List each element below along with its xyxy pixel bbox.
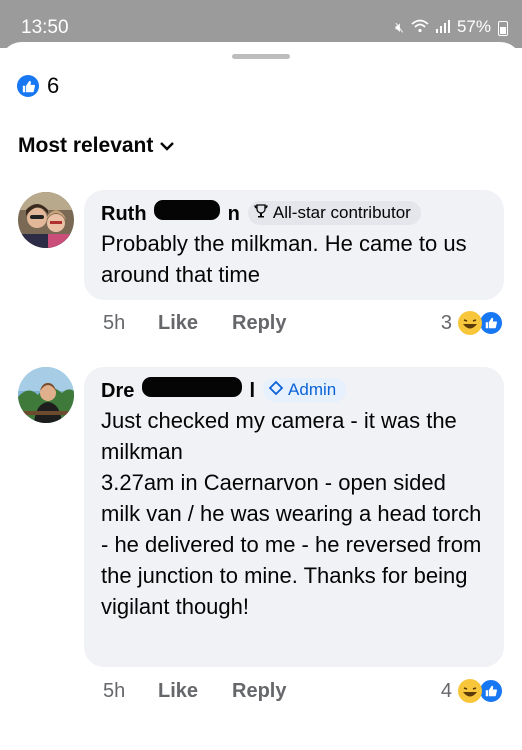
haha-reaction-icon bbox=[458, 311, 482, 335]
chevron-down-icon bbox=[159, 134, 175, 158]
comment-time: 5h bbox=[103, 680, 126, 702]
reaction-count: 3 bbox=[440, 311, 452, 334]
sort-label: Most relevant bbox=[18, 134, 154, 157]
comment-time: 5h bbox=[103, 312, 126, 334]
comment-reactions[interactable]: 3 bbox=[441, 310, 504, 336]
comment-reactions[interactable]: 4 bbox=[441, 678, 504, 704]
like-button[interactable]: Like bbox=[158, 680, 232, 703]
status-bar: 13:50 🔇︎ 57% bbox=[0, 0, 522, 48]
comments-sheet: 6 Most relevant Ruth n All-star contribu… bbox=[0, 42, 522, 750]
reply-button[interactable]: Reply bbox=[232, 680, 286, 703]
author-name[interactable]: Dre l bbox=[101, 377, 255, 403]
comment-header: Ruth n All-star contributor bbox=[101, 200, 490, 226]
comment-actions: 5h Like Reply bbox=[103, 680, 286, 703]
comment-text: Just checked my camera - it was the milk… bbox=[101, 408, 482, 619]
like-button[interactable]: Like bbox=[158, 312, 232, 335]
redaction-mark bbox=[141, 377, 242, 397]
trophy-icon bbox=[254, 203, 268, 223]
admin-badge: Admin bbox=[263, 378, 347, 402]
author-name-last: n bbox=[227, 203, 240, 225]
author-name-first: Ruth bbox=[101, 203, 147, 225]
badge-label: All-star contributor bbox=[272, 203, 411, 222]
drag-handle[interactable] bbox=[232, 54, 290, 59]
mute-icon: 🔇︎ bbox=[395, 18, 404, 35]
author-name-first: Dre bbox=[101, 380, 135, 402]
avatar[interactable] bbox=[18, 192, 74, 248]
wifi-icon bbox=[411, 19, 429, 36]
redaction-mark bbox=[154, 200, 221, 220]
comment-actions: 5h Like Reply bbox=[103, 312, 286, 335]
all-star-badge: All-star contributor bbox=[247, 201, 421, 225]
sort-dropdown[interactable]: Most relevant bbox=[18, 134, 175, 158]
reaction-count: 4 bbox=[440, 679, 452, 702]
admin-shield-icon bbox=[268, 380, 284, 400]
comment-header: Dre l Admin bbox=[101, 377, 490, 403]
status-time: 13:50 bbox=[21, 17, 69, 38]
comment-text: Probably the milkman. He came to us arou… bbox=[101, 231, 467, 287]
comment-bubble[interactable]: Ruth n All-star contributor Probably the… bbox=[84, 190, 504, 300]
status-icons: 🔇︎ 57% bbox=[395, 17, 508, 37]
reactions-summary[interactable]: 6 bbox=[17, 73, 59, 99]
author-name-last: l bbox=[249, 380, 256, 402]
battery-icon bbox=[498, 20, 508, 36]
haha-reaction-icon bbox=[458, 679, 482, 703]
reactions-count: 6 bbox=[47, 73, 60, 98]
author-name[interactable]: Ruth n bbox=[101, 200, 240, 226]
signal-icon bbox=[435, 19, 450, 36]
avatar[interactable] bbox=[18, 367, 74, 423]
battery-percent: 57% bbox=[456, 17, 491, 36]
like-reaction-icon bbox=[17, 75, 39, 97]
comment-bubble[interactable]: Dre l Admin Just checked my camera - it … bbox=[84, 367, 504, 667]
badge-label: Admin bbox=[288, 380, 337, 399]
reply-button[interactable]: Reply bbox=[232, 312, 286, 335]
